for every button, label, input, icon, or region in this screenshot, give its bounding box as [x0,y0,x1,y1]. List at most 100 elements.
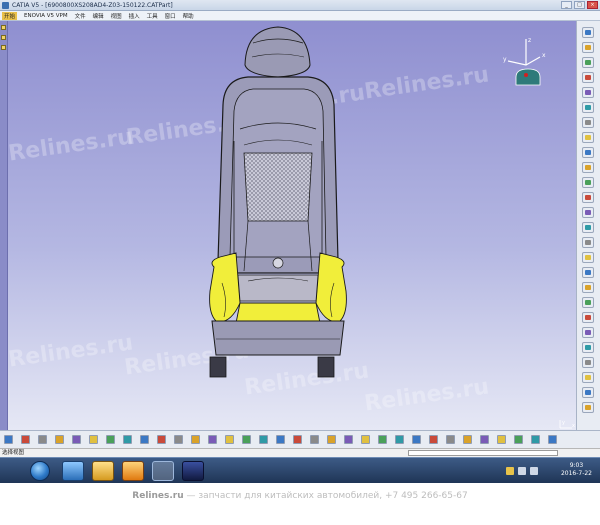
measure-icon[interactable] [582,387,594,398]
scale-icon[interactable] [582,252,594,263]
windows-start-button[interactable] [30,461,50,481]
intersect-icon[interactable] [582,357,594,368]
tree-node-icon[interactable] [1,35,6,40]
image-viewer-icon[interactable] [182,461,204,481]
sample-icon[interactable] [548,435,557,444]
analysis-icon[interactable] [480,435,489,444]
menu-insert[interactable]: 插入 [129,12,140,20]
menu-window[interactable]: 窗口 [165,12,176,20]
menu-file[interactable]: 文件 [75,12,86,20]
new-icon[interactable] [4,435,13,444]
car-seat-model[interactable] [8,21,576,430]
draft-icon[interactable] [582,162,594,173]
redo-icon[interactable] [140,435,149,444]
system-clock[interactable]: 9:03 2016-7-22 [561,462,592,478]
cushion-center[interactable] [237,274,319,302]
line-icon[interactable] [429,435,438,444]
windows-taskbar: 9:03 2016-7-22 [0,457,600,483]
axis-system-icon[interactable] [412,435,421,444]
thick-surface-icon[interactable] [582,282,594,293]
menu-help[interactable]: 帮助 [183,12,194,20]
specification-tree-strip[interactable] [0,21,8,430]
compass-x-label: x [542,52,546,59]
shading-icon[interactable] [327,435,336,444]
catalog-icon[interactable] [531,435,540,444]
catia-app-icon [2,2,9,9]
copy-icon[interactable] [89,435,98,444]
close-surface-icon[interactable] [582,297,594,308]
tree-root-icon[interactable] [1,25,6,30]
menu-view[interactable]: 视图 [111,12,122,20]
rotate-icon[interactable] [225,435,234,444]
tree-node-icon[interactable] [1,45,6,50]
iso-view-icon[interactable] [310,435,319,444]
apply-material-icon[interactable] [582,402,594,413]
shell-icon[interactable] [582,177,594,188]
split-icon[interactable] [582,267,594,278]
menu-tools[interactable]: 工具 [147,12,158,20]
command-input[interactable] [408,450,558,456]
seat-base-frame[interactable] [211,320,345,356]
catia-task-icon[interactable] [152,461,174,481]
maximize-button[interactable]: □ [574,1,585,9]
boolean-add-icon[interactable] [582,327,594,338]
hole-icon[interactable] [582,87,594,98]
system-tray: 9:03 2016-7-22 [500,461,596,481]
open-icon[interactable] [21,435,30,444]
file-explorer-icon[interactable] [92,461,114,481]
zoom-out-icon[interactable] [259,435,268,444]
undo-icon[interactable] [123,435,132,444]
menu-bar: 开始 ENOVIA V5 VPM 文件 编辑 视图 插入 工具 窗口 帮助 [0,11,600,21]
save-icon[interactable] [38,435,47,444]
pocket-icon[interactable] [582,57,594,68]
point-icon[interactable] [463,435,472,444]
volume-icon[interactable] [530,467,538,475]
thickness-icon[interactable] [582,192,594,203]
thread-icon[interactable] [582,207,594,218]
menu-start[interactable]: 开始 [2,11,18,20]
menu-edit[interactable]: 编辑 [93,12,104,20]
fit-all-icon[interactable] [191,435,200,444]
network-icon[interactable] [518,467,526,475]
status-message: 选择视图 [2,450,25,456]
multi-view-icon[interactable] [293,435,302,444]
shaft-icon[interactable] [582,72,594,83]
paste-icon[interactable] [106,435,115,444]
media-player-icon[interactable] [122,461,144,481]
ie-browser-icon[interactable] [62,461,84,481]
fillet-icon[interactable] [582,132,594,143]
minimize-button[interactable]: _ [561,1,572,9]
tray-icon[interactable] [506,467,514,475]
update-icon[interactable] [395,435,404,444]
headrest[interactable] [244,26,311,78]
chamfer-icon[interactable] [582,147,594,158]
hide-show-icon[interactable] [344,435,353,444]
cut-icon[interactable] [72,435,81,444]
mirror-icon[interactable] [582,222,594,233]
normal-view-icon[interactable] [276,435,285,444]
trim-icon[interactable] [582,372,594,383]
close-button[interactable]: × [587,1,598,9]
pattern-icon[interactable] [582,237,594,248]
swap-space-icon[interactable] [361,435,370,444]
print-icon[interactable] [55,435,64,444]
axis-x-label: x [572,423,575,429]
sketcher-icon[interactable] [582,27,594,38]
slot-icon[interactable] [582,117,594,128]
formula-icon[interactable] [514,435,523,444]
fly-mode-icon[interactable] [174,435,183,444]
plane-icon[interactable] [446,435,455,444]
pad-icon[interactable] [582,42,594,53]
constraint-icon[interactable] [497,435,506,444]
zoom-in-icon[interactable] [242,435,251,444]
boolean-remove-icon[interactable] [582,342,594,353]
footer-caption: — запчасти для китайских автомобилей, +7… [183,491,468,501]
pan-icon[interactable] [208,435,217,444]
3d-viewport[interactable]: Relines.ru Relines.ru Relines.ru Relines… [8,21,576,430]
sketch-icon[interactable] [378,435,387,444]
rib-icon[interactable] [582,102,594,113]
compass-widget[interactable]: z y x [502,35,552,91]
whats-this-icon[interactable] [157,435,166,444]
menu-enovia[interactable]: ENOVIA V5 VPM [24,13,68,19]
sew-icon[interactable] [582,312,594,323]
